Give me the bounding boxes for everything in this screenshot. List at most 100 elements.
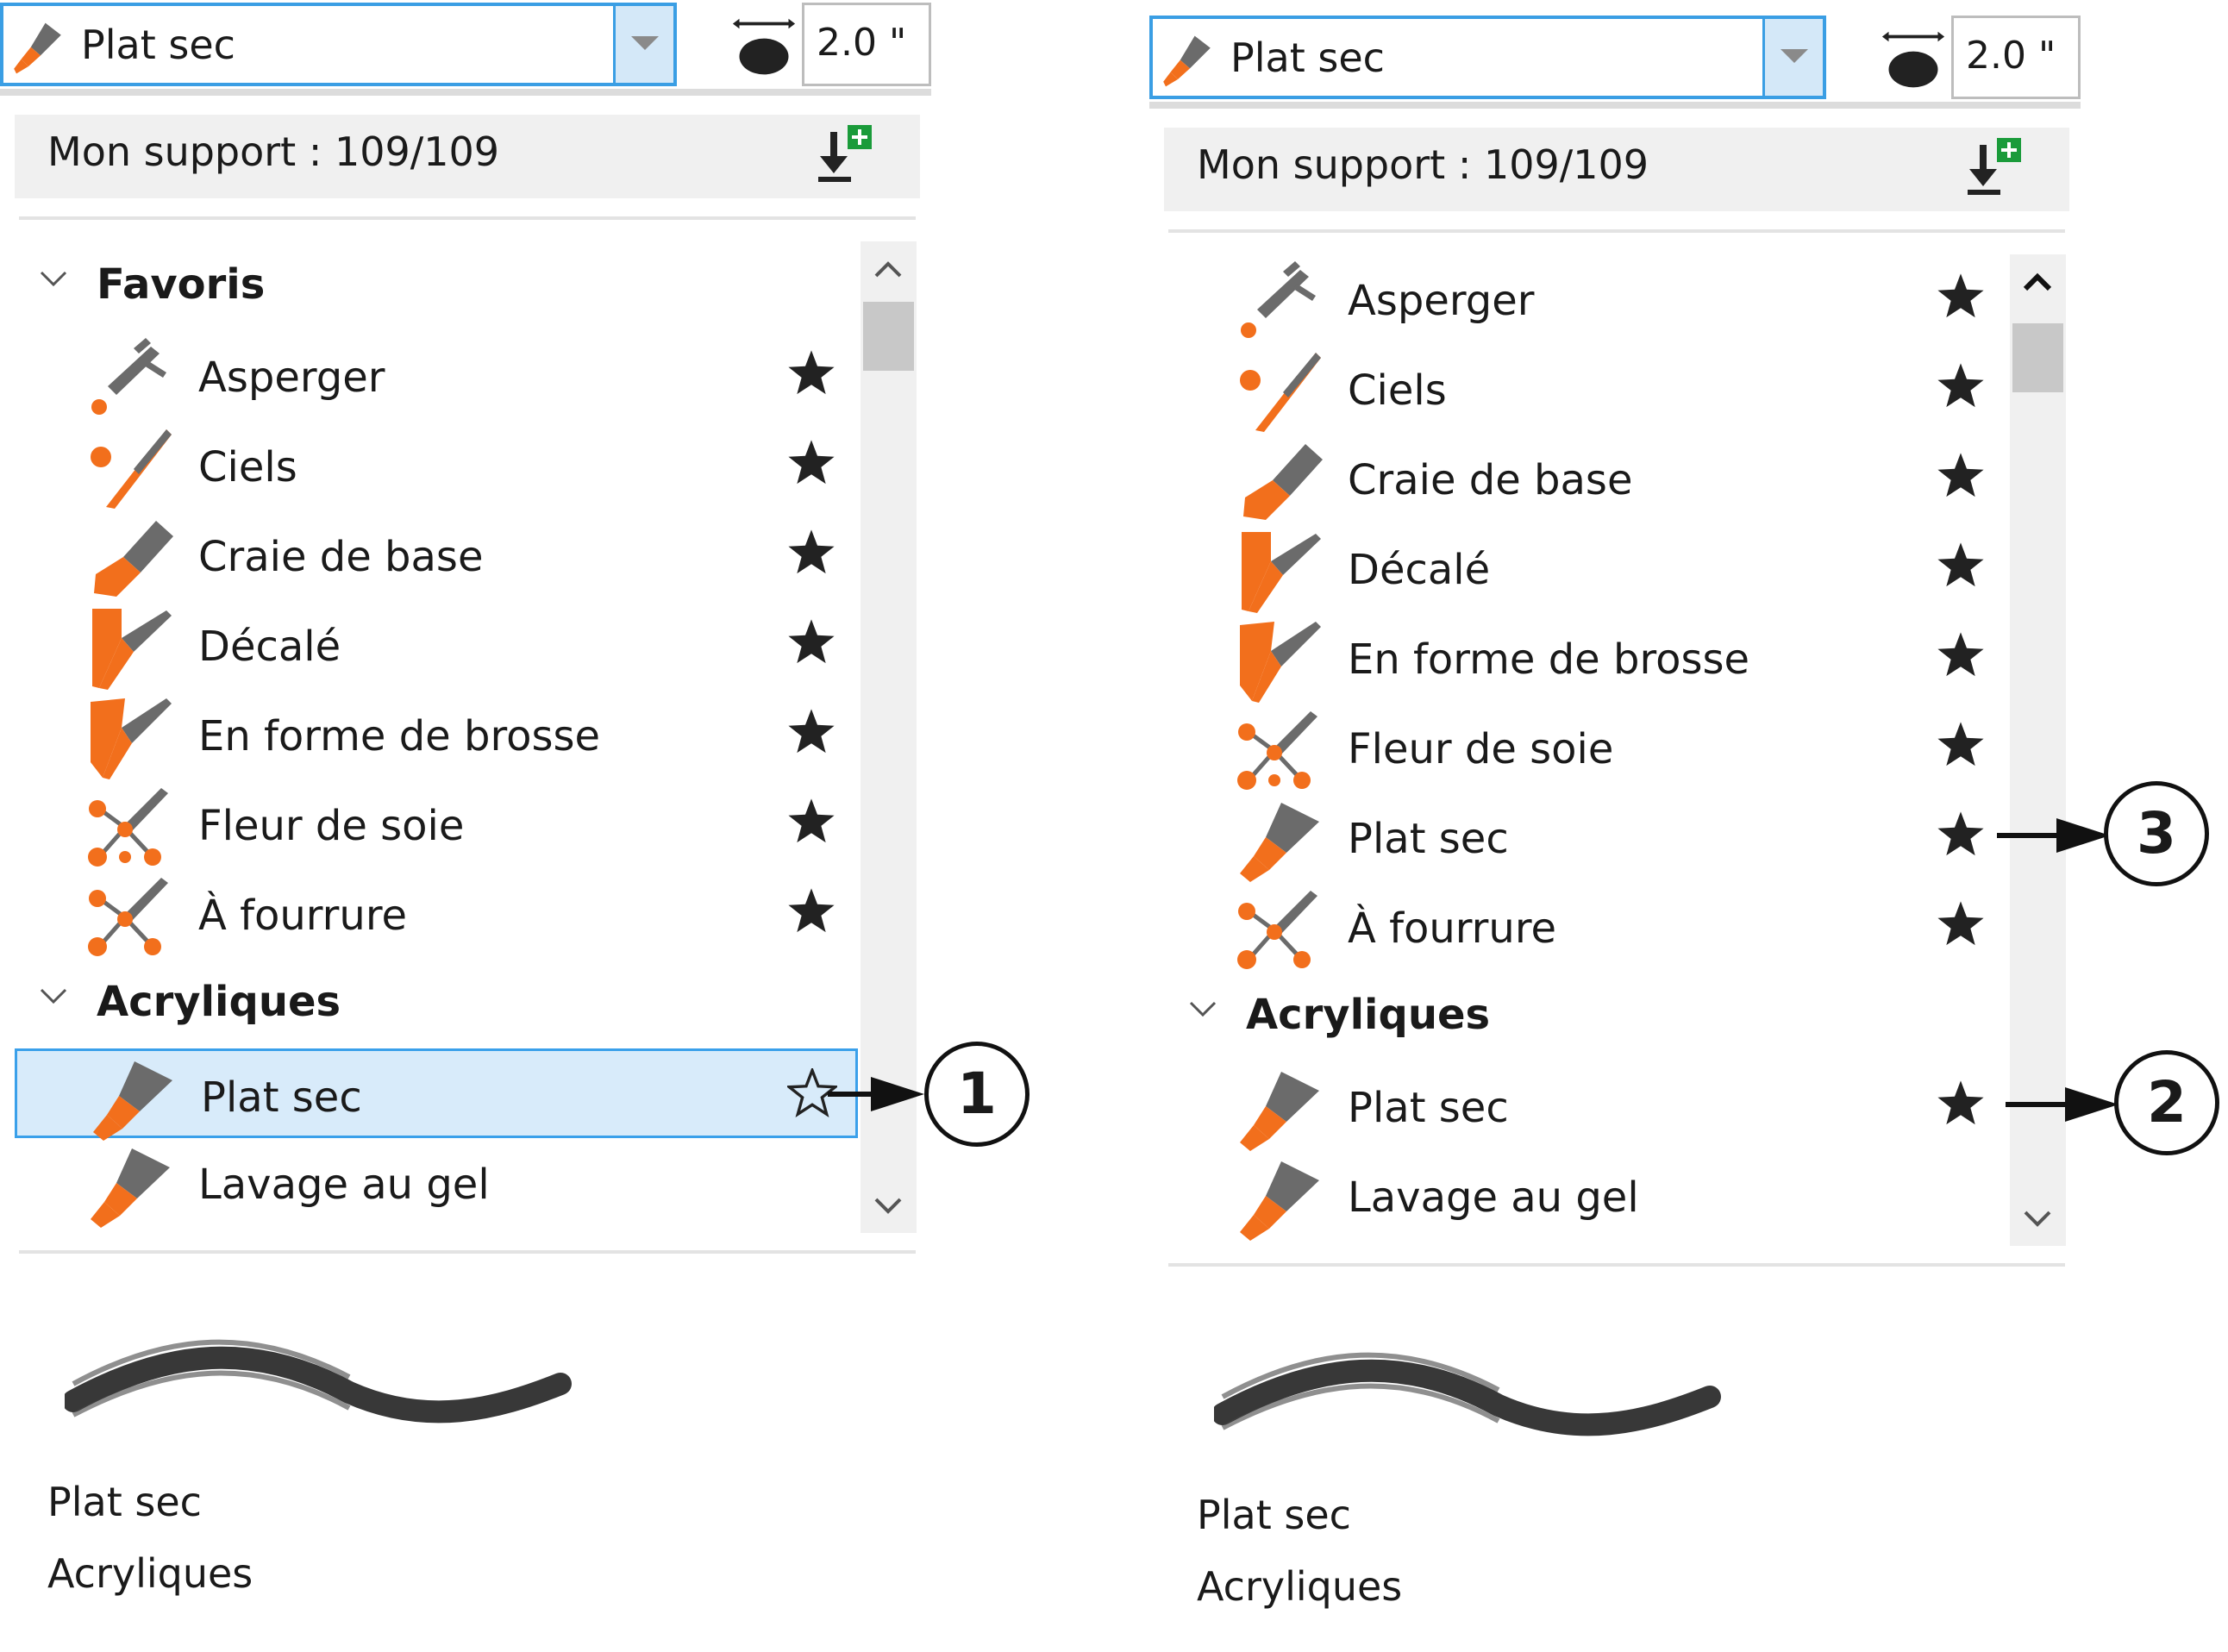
brush-library-panel-after: Plat sec 2.0 " Mon support : 109/109 Asp…: [1149, 13, 2081, 1651]
stroke-preview: [65, 1339, 572, 1424]
brush-item-a-fourrure[interactable]: À fourrure: [0, 869, 854, 959]
star-filled-icon[interactable]: [786, 438, 836, 488]
star-filled-icon[interactable]: [786, 707, 836, 757]
brush-item-asperger[interactable]: Asperger: [1149, 254, 2003, 344]
preview-category: Acryliques: [47, 1550, 253, 1597]
brush-label: À fourrure: [1348, 904, 1557, 953]
support-bar: Mon support : 109/109: [1164, 128, 2069, 211]
brush-item-ciels[interactable]: Ciels: [1149, 344, 2003, 434]
nib-size-input[interactable]: 2.0 ": [802, 3, 931, 86]
brush-item-en-forme-de-brosse[interactable]: En forme de brosse: [0, 690, 854, 779]
scroll-up-icon[interactable]: [861, 241, 917, 297]
preview-brush-name: Plat sec: [47, 1479, 202, 1525]
star-filled-icon[interactable]: [786, 617, 836, 667]
scroll-down-icon[interactable]: [2010, 1190, 2066, 1246]
brush-label: À fourrure: [198, 892, 408, 940]
silk-flower-icon: [1237, 711, 1317, 790]
brush-label: Lavage au gel: [198, 1161, 490, 1209]
brush-item-fleur-de-soie[interactable]: Fleur de soie: [0, 779, 854, 869]
star-filled-icon[interactable]: [1936, 361, 1986, 411]
group-header-favoris[interactable]: Favoris: [0, 241, 854, 331]
brush-label: Asperger: [1348, 277, 1535, 325]
group-header-acryliques[interactable]: Acryliques: [1149, 972, 2003, 1061]
import-icon[interactable]: [1959, 135, 2028, 203]
scroll-up-icon[interactable]: [2010, 254, 2066, 310]
brush-item-decale[interactable]: Décalé: [0, 600, 854, 690]
brush-selector-dropdown[interactable]: Plat sec: [1149, 16, 1826, 99]
brush-item-a-fourrure[interactable]: À fourrure: [1149, 882, 2003, 972]
sky-brush-icon: [91, 429, 172, 509]
fur-brush-icon: [88, 878, 168, 956]
brush-label: En forme de brosse: [1348, 635, 1750, 684]
brush-label: Décalé: [198, 623, 341, 671]
support-count-label: Mon support : 109/109: [47, 128, 500, 175]
flat-brush-icon: [1240, 1072, 1319, 1151]
star-filled-icon[interactable]: [1936, 541, 1986, 591]
flat-brush-icon: [1240, 1161, 1319, 1241]
star-filled-icon[interactable]: [1936, 451, 1986, 501]
preview-category: Acryliques: [1197, 1563, 1403, 1610]
brush-item-en-forme-de-brosse[interactable]: En forme de brosse: [1149, 613, 2003, 703]
silk-flower-icon: [88, 788, 168, 867]
scroll-down-icon[interactable]: [861, 1177, 917, 1233]
callout-3: 3: [2104, 781, 2209, 886]
star-filled-icon[interactable]: [786, 797, 836, 847]
callout-2: 2: [2114, 1050, 2219, 1155]
flat-brush-icon: [93, 1061, 172, 1141]
star-filled-icon[interactable]: [786, 886, 836, 936]
star-filled-icon[interactable]: [1936, 899, 1986, 949]
brush-label: Décalé: [1348, 546, 1491, 594]
brush-selector-value: Plat sec: [81, 22, 235, 68]
fur-brush-icon: [1237, 891, 1317, 969]
brush-item-plat-sec[interactable]: Plat sec: [1149, 1061, 2003, 1151]
brush-shape-icon: [91, 698, 172, 779]
star-filled-icon[interactable]: [1936, 630, 1986, 680]
airbrush-icon: [1241, 261, 1316, 338]
nib-size-input[interactable]: 2.0 ": [1951, 16, 2081, 99]
divider: [1168, 229, 2065, 233]
star-filled-icon[interactable]: [1936, 272, 1986, 322]
brush-label: Craie de base: [1348, 456, 1633, 504]
star-filled-icon[interactable]: [1936, 720, 1986, 770]
flat-brush-icon: [14, 22, 61, 74]
dropdown-arrow-button[interactable]: [613, 6, 673, 83]
scroll-thumb[interactable]: [863, 302, 914, 371]
brush-label: Asperger: [198, 354, 385, 402]
brush-item-craie-de-base[interactable]: Craie de base: [0, 510, 854, 600]
brush-label: Plat sec: [1348, 815, 1509, 863]
group-header-acryliques[interactable]: Acryliques: [0, 959, 854, 1048]
brush-item-plat-sec-selected[interactable]: Plat sec: [15, 1048, 858, 1141]
star-filled-icon[interactable]: [1936, 810, 1986, 860]
brush-label: Lavage au gel: [1348, 1173, 1639, 1222]
brush-item-lavage-au-gel[interactable]: Lavage au gel: [0, 1138, 854, 1228]
star-filled-icon[interactable]: [786, 528, 836, 578]
brush-item-plat-sec-favorite[interactable]: Plat sec: [1149, 792, 2003, 882]
brush-item-ciels[interactable]: Ciels: [0, 421, 854, 510]
brush-label: Ciels: [1348, 366, 1447, 415]
scroll-thumb[interactable]: [2012, 323, 2063, 392]
brush-selector-value: Plat sec: [1230, 34, 1385, 81]
stroke-preview: [1214, 1352, 1721, 1436]
brush-item-lavage-au-gel[interactable]: Lavage au gel: [1149, 1151, 2003, 1241]
brush-item-craie-de-base[interactable]: Craie de base: [1149, 434, 2003, 523]
preview-brush-name: Plat sec: [1197, 1492, 1351, 1538]
brush-list: Favoris Asperger Ciels Craie de base Déc…: [0, 241, 862, 1233]
chevron-down-icon: [1189, 1001, 1217, 1017]
divider: [19, 1250, 916, 1254]
list-scrollbar[interactable]: [2010, 254, 2066, 1246]
star-filled-icon[interactable]: [786, 348, 836, 398]
star-filled-icon[interactable]: [1936, 1079, 1986, 1129]
brush-item-fleur-de-soie[interactable]: Fleur de soie: [1149, 703, 2003, 792]
chevron-down-icon: [631, 36, 659, 50]
flat-brush-icon: [1240, 803, 1319, 882]
support-bar: Mon support : 109/109: [15, 115, 920, 198]
brush-item-decale[interactable]: Décalé: [1149, 523, 2003, 613]
brush-item-asperger[interactable]: Asperger: [0, 331, 854, 421]
offset-brush-icon: [92, 609, 172, 690]
brush-selector-dropdown[interactable]: Plat sec: [0, 3, 677, 86]
dropdown-arrow-button[interactable]: [1762, 19, 1823, 96]
brush-label: Plat sec: [201, 1073, 362, 1122]
brush-list: Asperger Ciels Craie de base Décalé En f…: [1149, 254, 2012, 1246]
chalk-icon: [94, 521, 173, 597]
import-icon[interactable]: [810, 122, 879, 191]
